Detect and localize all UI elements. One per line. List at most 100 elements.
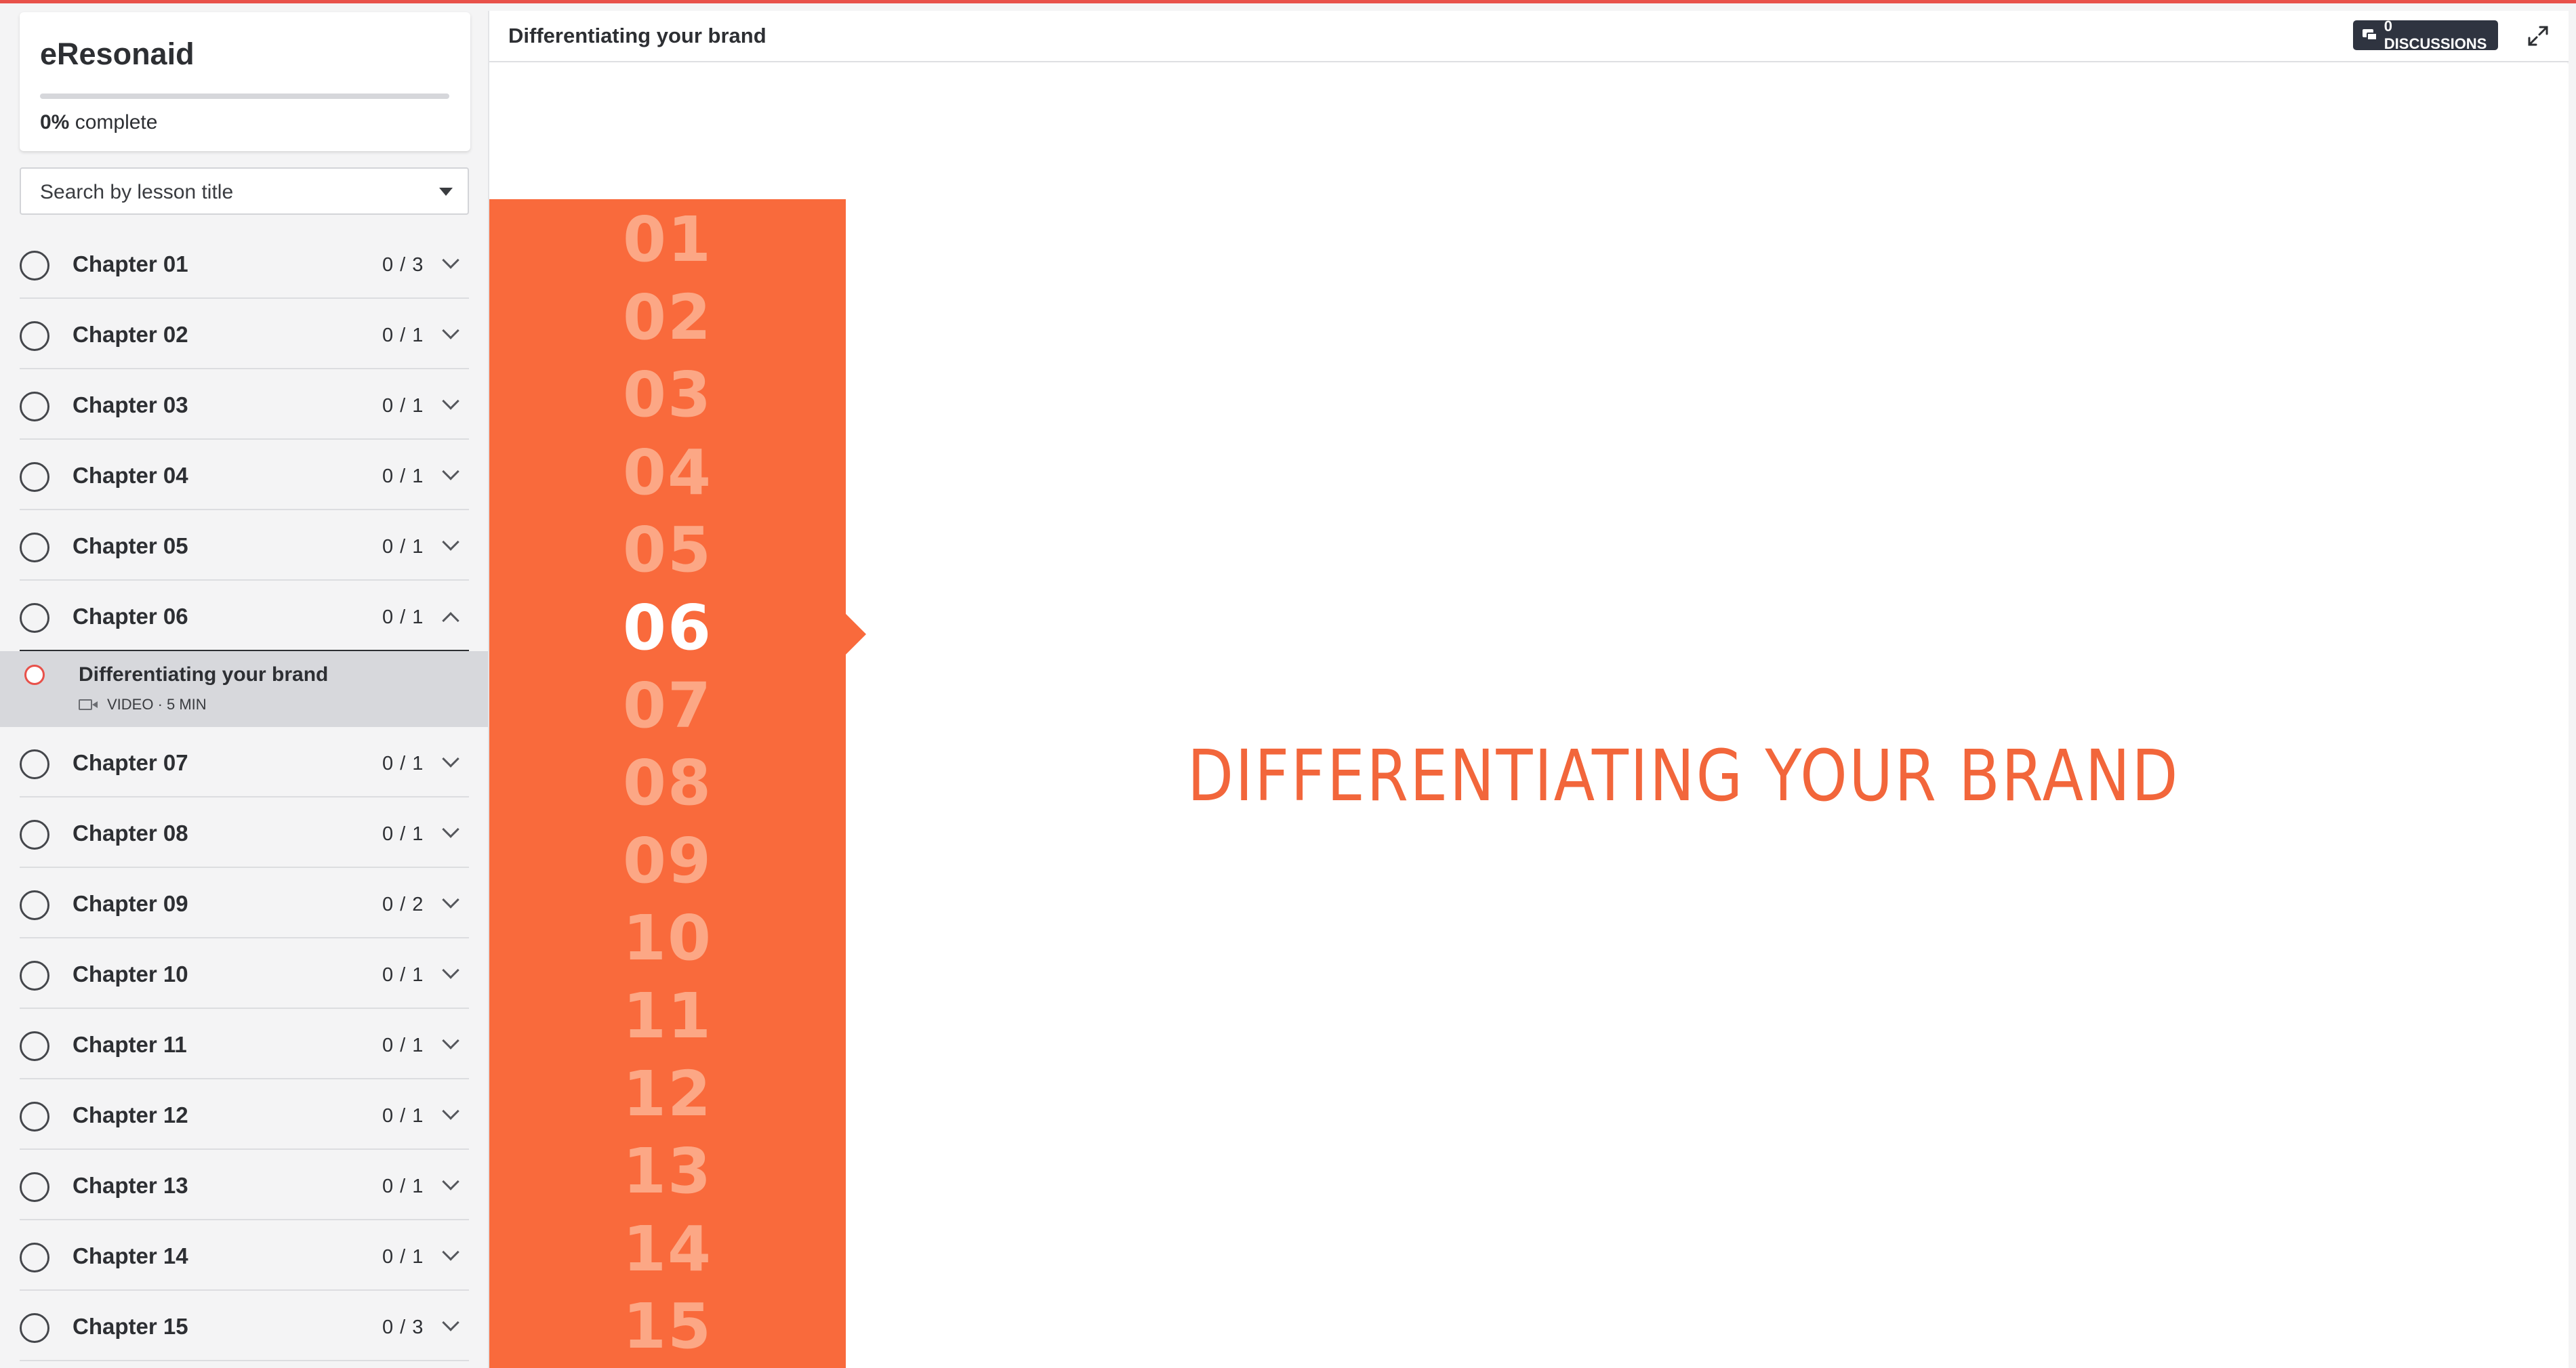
completion-circle-icon [20, 1031, 49, 1061]
chapter-title: Chapter 06 [73, 604, 188, 629]
chapter-row[interactable]: Chapter 03 0 / 1 [20, 369, 469, 440]
chapter-title: Chapter 15 [73, 1314, 188, 1339]
course-sidebar: eResonaid 0% complete Search by lesson t… [0, 3, 488, 1368]
chapter-title: Chapter 07 [73, 750, 188, 775]
completion-circle-icon [20, 1243, 49, 1272]
slide-chapter-number: 14 [622, 1212, 713, 1285]
chevron-up-icon[interactable] [442, 612, 459, 629]
completion-circle-icon [20, 533, 49, 562]
chapter-lesson-count: 0 / 2 [382, 894, 424, 915]
chapter-lesson-count: 0 / 1 [382, 1246, 424, 1268]
chapter-title: Chapter 12 [73, 1102, 188, 1127]
lesson-meta: VIDEO · 5 MIN [79, 696, 207, 713]
chapter-lesson-count: 0 / 1 [382, 1176, 424, 1197]
completion-circle-icon [20, 890, 49, 920]
chevron-down-icon[interactable] [442, 1173, 459, 1190]
completion-circle-icon [20, 749, 49, 779]
slide-chapter-number: 04 [622, 436, 713, 509]
chapter-row[interactable]: Chapter 09 0 / 2 [20, 868, 469, 938]
chevron-down-icon[interactable] [442, 891, 459, 909]
chapter-title: Chapter 05 [73, 533, 188, 558]
chapter-title: Chapter 04 [73, 463, 188, 488]
chevron-down-icon[interactable] [442, 750, 459, 768]
completion-circle-icon [20, 961, 49, 991]
chevron-down-icon[interactable] [442, 463, 459, 480]
chapter-title: Chapter 08 [73, 821, 188, 846]
chevron-down-icon[interactable] [442, 1314, 459, 1331]
slide-chapter-number: 10 [622, 902, 713, 975]
chapter-title: Chapter 10 [73, 961, 188, 987]
chapter-lesson-count: 0 / 3 [382, 1317, 424, 1338]
chapter-row[interactable]: Chapter 11 0 / 1 [20, 1009, 469, 1079]
chapter-lesson-count: 0 / 1 [382, 536, 424, 558]
chat-bubbles-icon [2363, 29, 2377, 41]
chevron-down-icon[interactable] [442, 961, 459, 979]
chapter-title: Chapter 01 [73, 251, 188, 276]
chapter-lesson-count: 0 / 1 [382, 1035, 424, 1056]
course-progress-card: eResonaid 0% complete [20, 12, 470, 151]
chapter-row[interactable]: Chapter 07 0 / 1 [20, 727, 469, 797]
chapter-row[interactable]: Chapter 12 0 / 1 [20, 1079, 469, 1150]
slide-chapter-number: 02 [622, 281, 713, 354]
chapter-title: Chapter 14 [73, 1243, 188, 1268]
chapter-row[interactable]: Chapter 08 0 / 1 [20, 797, 469, 868]
chapter-row[interactable]: Chapter 01 0 / 3 [20, 228, 469, 299]
course-title: eResonaid [40, 37, 195, 71]
completion-circle-icon [20, 1102, 49, 1132]
completion-circle-icon [20, 392, 49, 421]
chapter-row[interactable]: Chapter 04 0 / 1 [20, 440, 469, 510]
chapter-row[interactable]: Chapter 15 0 / 3 [20, 1291, 469, 1361]
chevron-down-icon[interactable] [442, 322, 459, 339]
chapter-row[interactable]: Chapter 10 0 / 1 [20, 938, 469, 1009]
chapter-number-panel: 01 02 03 04 05 06 07 08 09 10 11 12 13 14 15 [489, 199, 846, 1368]
chevron-down-icon[interactable] [442, 1102, 459, 1120]
progress-label: complete [75, 111, 158, 133]
chapter-lesson-count: 0 / 1 [382, 753, 424, 774]
chapter-row[interactable]: Chapter 13 0 / 1 [20, 1150, 469, 1220]
completion-circle-icon [20, 1172, 49, 1202]
active-chapter-pointer [846, 614, 866, 655]
chapter-row[interactable]: Chapter 06 0 / 1 [20, 581, 469, 651]
lesson-header-title: Differentiating your brand [508, 24, 766, 47]
slide-chapter-number: 03 [622, 358, 713, 432]
lesson-search-dropdown[interactable]: Search by lesson title [20, 167, 469, 215]
completion-circle-icon [20, 820, 49, 850]
search-placeholder: Search by lesson title [40, 181, 234, 203]
chapter-title: Chapter 11 [73, 1032, 187, 1057]
chapter-lesson-count: 0 / 1 [382, 606, 424, 628]
chapter-row[interactable]: Chapter 02 0 / 1 [20, 299, 469, 369]
completion-circle-icon [20, 603, 49, 633]
chapter-title: Chapter 03 [73, 392, 188, 417]
video-slide[interactable]: 01 02 03 04 05 06 07 08 09 10 11 12 13 14 15 DIFFERENT… [489, 64, 2569, 1368]
lesson-item-active[interactable]: Differentiating your brand VIDEO · 5 MIN [0, 651, 488, 727]
discussions-button[interactable]: 0 DISCUSSIONS [2353, 18, 2498, 52]
chevron-down-icon[interactable] [442, 1243, 459, 1261]
progress-bar [40, 94, 449, 99]
chevron-down-icon[interactable] [442, 533, 459, 551]
chapter-row[interactable]: Chapter 14 0 / 1 [20, 1220, 469, 1291]
slide-chapter-number: 09 [622, 824, 713, 897]
slide-chapter-number: 01 [622, 203, 713, 276]
slide-chapter-number: 08 [622, 747, 713, 820]
completion-circle-icon [20, 1313, 49, 1343]
chapter-lesson-count: 0 / 1 [382, 395, 424, 417]
lesson-meta-text: VIDEO · 5 MIN [107, 696, 207, 713]
chapter-row[interactable]: Chapter 05 0 / 1 [20, 510, 469, 581]
chapter-lesson-count: 0 / 1 [382, 325, 424, 346]
chapter-list: Chapter 01 0 / 3 Chapter 02 0 / 1 Chapter 03… [0, 228, 488, 1361]
chevron-down-icon[interactable] [442, 251, 459, 269]
chapter-lesson-count: 0 / 1 [382, 1105, 424, 1127]
chevron-down-icon[interactable] [442, 392, 459, 410]
discussions-label: 0 DISCUSSIONS [2384, 18, 2487, 52]
slide-chapter-number: 12 [622, 1057, 713, 1130]
chapter-lesson-count: 0 / 3 [382, 254, 424, 276]
completion-circle-icon [20, 321, 49, 351]
expand-fullscreen-icon[interactable] [2522, 20, 2554, 51]
chapter-lesson-count: 0 / 1 [382, 823, 424, 845]
chevron-down-icon[interactable] [442, 821, 459, 838]
slide-chapter-number: 11 [622, 980, 713, 1052]
chevron-down-icon[interactable] [442, 1032, 459, 1050]
lesson-header: Differentiating your brand 0 DISCUSSIONS [489, 11, 2569, 62]
slide-chapter-number: 06 [622, 592, 713, 664]
chapter-lesson-count: 0 / 1 [382, 964, 424, 986]
